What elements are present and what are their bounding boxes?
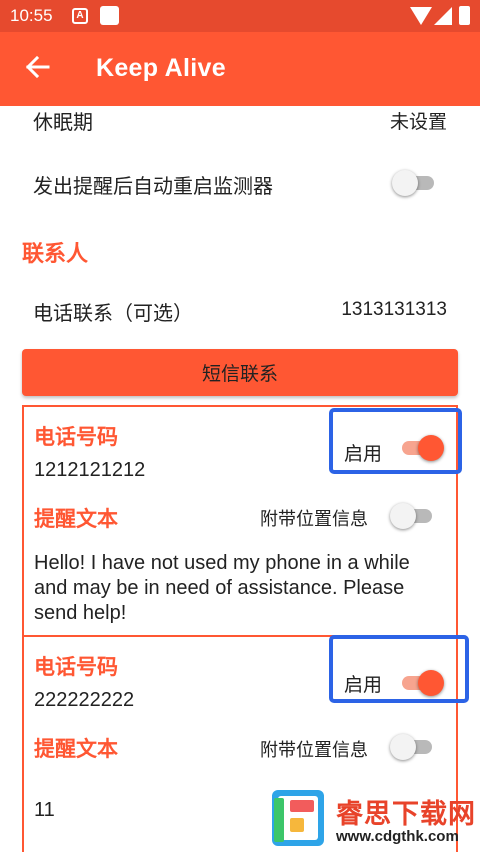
arrow-left-icon[interactable] (22, 52, 52, 82)
notification-square-icon (100, 6, 119, 25)
message-label: 提醒文本 (34, 507, 118, 531)
auto-restart-label: 发出提醒后自动重启监测器 (33, 174, 273, 198)
switch-thumb (390, 734, 416, 760)
enable-highlight-box-2 (329, 635, 469, 703)
status-time: 10:55 (10, 6, 53, 25)
watermark: 睿思下载网 www.cdgthk.com (262, 788, 480, 852)
page-title: Keep Alive (96, 54, 226, 82)
include-location-label: 附带位置信息 (260, 740, 368, 761)
phone-number-value[interactable]: 222222222 (34, 689, 134, 712)
phone-number-value[interactable]: 1212121212 (34, 459, 145, 482)
phone-contact-label: 电话联系（可选） (33, 301, 193, 325)
dormancy-value: 未设置 (389, 111, 447, 133)
switch-thumb (390, 503, 416, 529)
phone-contact-value: 1313131313 (341, 299, 447, 320)
enable-highlight-box-1 (329, 408, 462, 474)
switch-thumb (392, 170, 418, 196)
watermark-url: www.cdgthk.com (336, 828, 459, 845)
wifi-icon (410, 7, 432, 25)
dormancy-setting[interactable]: 休眠期 未设置 (0, 106, 480, 136)
sms-contacts-button[interactable]: 短信联系 (22, 349, 458, 396)
message-label: 提醒文本 (34, 737, 118, 761)
phone-number-label: 电话号码 (34, 655, 118, 679)
signal-icon (434, 7, 452, 25)
include-location-switch[interactable] (390, 733, 436, 761)
include-location-label: 附带位置信息 (260, 509, 368, 530)
auto-restart-setting[interactable]: 发出提醒后自动重启监测器 (0, 160, 480, 206)
contacts-header: 联系人 (22, 242, 89, 267)
phone-number-label: 电话号码 (34, 425, 118, 449)
phone-contact-setting[interactable]: 电话联系（可选） 1313131313 (0, 292, 480, 328)
battery-icon (459, 6, 470, 25)
status-bar: 10:55 A (0, 0, 480, 32)
app-bar: Keep Alive (0, 32, 480, 106)
notification-a-icon: A (72, 8, 88, 24)
watermark-logo-icon (272, 788, 334, 848)
include-location-switch[interactable] (390, 502, 436, 530)
auto-restart-switch[interactable] (392, 169, 438, 197)
alert-message-text[interactable]: Hello! I have not used my phone in a whi… (34, 551, 444, 626)
dormancy-label: 休眠期 (33, 110, 93, 134)
watermark-title: 睿思下载网 (336, 799, 476, 830)
